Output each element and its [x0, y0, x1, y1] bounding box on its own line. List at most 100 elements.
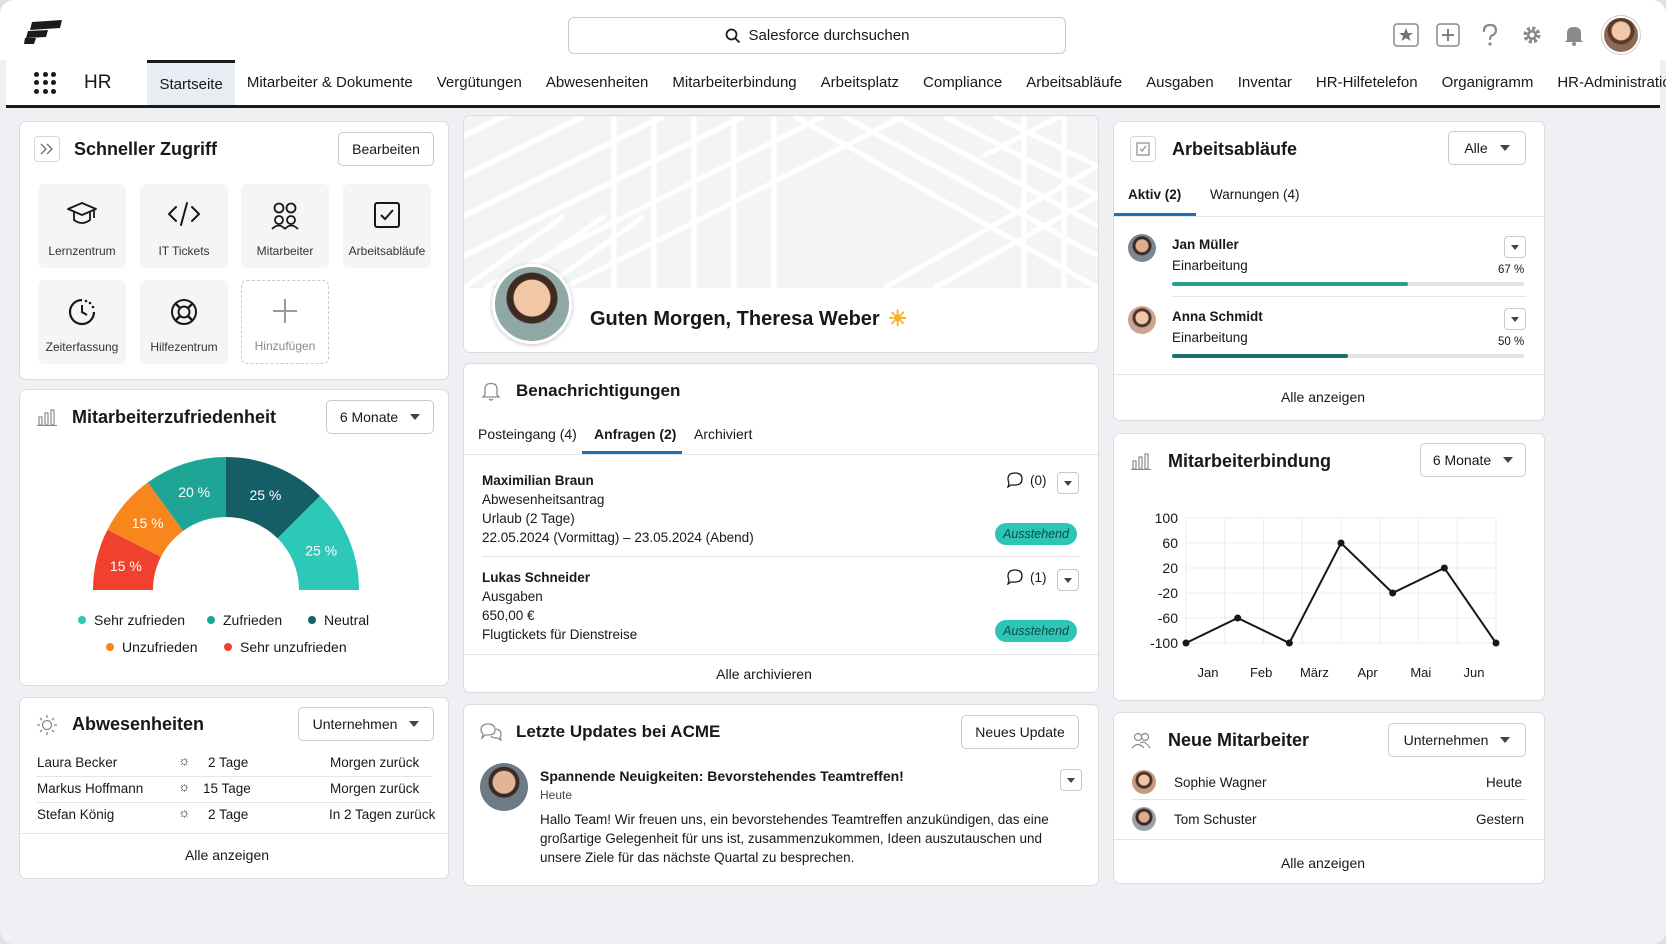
nav-tab-verguetungen[interactable]: Vergütungen [425, 60, 534, 105]
tab-anfragen[interactable]: Anfragen (2) [594, 426, 676, 442]
tab-aktiv[interactable]: Aktiv (2) [1128, 187, 1181, 202]
item-actions-dropdown[interactable] [1057, 472, 1079, 494]
app-navigation: HR Startseite Mitarbeiter & Dokumente Ve… [6, 60, 1666, 108]
retention-range-select[interactable]: 6 Monate [1420, 443, 1526, 477]
filter-label: Alle [1464, 140, 1488, 156]
tab-archiviert[interactable]: Archiviert [694, 426, 752, 442]
absence-status: Morgen zurück [330, 755, 420, 770]
new-update-button[interactable]: Neues Update [961, 715, 1079, 749]
graduation-cap-icon [67, 202, 97, 224]
nav-tab-hr-hilfetelefon[interactable]: HR-Hilfetelefon [1304, 60, 1430, 105]
nav-tab-organigramm[interactable]: Organigramm [1430, 60, 1546, 105]
settings-gear-icon[interactable] [1518, 21, 1546, 49]
status-badge: Ausstehend [995, 523, 1077, 545]
nav-tab-startseite[interactable]: Startseite [147, 60, 235, 105]
new-employees-card: Neue Mitarbeiter Unternehmen Sophie Wagn… [1114, 713, 1544, 883]
x-tick-label: März [1300, 665, 1329, 680]
workflows-filter-select[interactable]: Alle [1448, 131, 1526, 165]
legend-swatch [207, 616, 215, 624]
request-type: Ausgaben [482, 589, 543, 604]
divider [37, 776, 431, 777]
lifebuoy-icon [171, 299, 197, 325]
tile-label: Arbeitsabläufe [348, 244, 426, 258]
nav-tab-arbeitsplatz[interactable]: Arbeitsplatz [809, 60, 911, 105]
legend-swatch [106, 643, 114, 651]
tile-it-tickets[interactable]: IT Tickets [140, 184, 228, 268]
app-launcher-icon[interactable] [34, 71, 56, 94]
sun-icon: ☼ [178, 779, 191, 794]
workflows-show-all-link[interactable]: Alle anzeigen [1114, 389, 1532, 405]
tile-hilfezentrum[interactable]: Hilfezentrum [140, 280, 228, 364]
tile-hinzufuegen[interactable]: Hinzufügen [241, 280, 329, 364]
nav-tab-hr-administration[interactable]: HR-Administration [1545, 60, 1666, 105]
start-date: Heute [1486, 775, 1523, 790]
workflow-progress-bar [1172, 282, 1524, 286]
legend-item: Unzufrieden [106, 639, 198, 655]
absence-name: Laura Becker [37, 755, 118, 770]
tile-arbeitsablaeufe[interactable]: Arbeitsabläufe [343, 184, 431, 268]
workflow-actions-dropdown[interactable] [1504, 308, 1526, 330]
chevron-down-icon [1503, 457, 1514, 463]
company-logo [24, 20, 62, 44]
y-tick-label: 100 [1155, 510, 1179, 526]
add-icon[interactable] [1434, 21, 1462, 49]
sun-icon [34, 712, 60, 738]
nav-tab-mitarbeiterbindung[interactable]: Mitarbeiterbindung [660, 60, 808, 105]
tile-mitarbeiter[interactable]: Mitarbeiter [241, 184, 329, 268]
code-icon [168, 202, 200, 226]
checkbox-icon [1130, 136, 1156, 162]
retention-line-chart: 100 60 20 -20 -60 -100 Jan Feb März Apr Mai Jun [1150, 510, 1500, 680]
absences-card: Abwesenheiten Unternehmen Laura Becker ☼… [20, 698, 448, 878]
nav-tab-arbeitsablaeufe[interactable]: Arbeitsabläufe [1014, 60, 1134, 105]
user-avatar[interactable] [1602, 16, 1640, 54]
nav-tab-ausgaben[interactable]: Ausgaben [1134, 60, 1226, 105]
archive-all-link[interactable]: Alle archivieren [464, 666, 1064, 682]
divider [464, 654, 1098, 655]
y-tick-label: -100 [1150, 635, 1178, 651]
comment-count[interactable]: (1) [1006, 569, 1047, 585]
employee-avatar [1128, 234, 1156, 262]
nav-tab-compliance[interactable]: Compliance [911, 60, 1014, 105]
notifications-bell-icon[interactable] [1560, 21, 1588, 49]
new-employees-show-all-link[interactable]: Alle anzeigen [1114, 855, 1532, 871]
post-body-line: großartige Gelegenheit für uns ist, zusa… [540, 831, 1043, 846]
comment-count[interactable]: (0) [1006, 472, 1047, 488]
post-body-line: Hallo Team! Wir freuen uns, ein bevorste… [540, 812, 1049, 827]
request-detail: Urlaub (2 Tage) [482, 511, 575, 526]
chevrons-right-icon [34, 136, 60, 162]
absences-filter-select[interactable]: Unternehmen [298, 707, 434, 741]
item-actions-dropdown[interactable] [1057, 569, 1079, 591]
workflow-actions-dropdown[interactable] [1504, 236, 1526, 258]
tab-warnungen[interactable]: Warnungen (4) [1210, 187, 1300, 202]
absences-show-all-link[interactable]: Alle anzeigen [20, 847, 434, 863]
satisfaction-range-select[interactable]: 6 Monate [326, 400, 434, 434]
help-icon[interactable] [1476, 21, 1504, 49]
range-label: 6 Monate [339, 409, 399, 425]
comment-count-label: (0) [1030, 472, 1047, 488]
divider [1114, 374, 1544, 375]
user-profile-photo [492, 264, 572, 344]
nav-tab-mitarbeiter-dokumente[interactable]: Mitarbeiter & Dokumente [235, 60, 425, 105]
post-date: Heute [540, 788, 573, 802]
nav-tab-abwesenheiten[interactable]: Abwesenheiten [534, 60, 661, 105]
author-avatar [480, 763, 528, 811]
chevron-down-icon [1067, 777, 1075, 783]
tile-lernzentrum[interactable]: Lernzentrum [38, 184, 126, 268]
post-actions-dropdown[interactable] [1060, 769, 1082, 791]
requester-name: Lukas Schneider [482, 570, 591, 585]
legend-label: Sehr unzufrieden [240, 639, 347, 655]
favorites-icon[interactable] [1392, 21, 1420, 49]
edit-quick-access-button[interactable]: Bearbeiten [338, 132, 434, 166]
nav-tab-inventar[interactable]: Inventar [1226, 60, 1304, 105]
legend-label: Unzufrieden [122, 639, 198, 655]
workflow-person: Anna Schmidt [1172, 309, 1263, 324]
checkbox-icon [374, 202, 400, 228]
data-point [1337, 539, 1345, 547]
legend-item: Zufrieden [207, 612, 282, 628]
workflow-person: Jan Müller [1172, 237, 1239, 252]
global-search-box[interactable]: Salesforce durchsuchen [568, 17, 1066, 54]
tile-zeiterfassung[interactable]: Zeiterfassung [38, 280, 126, 364]
sun-icon: ☼ [178, 753, 191, 768]
new-employees-filter-select[interactable]: Unternehmen [1388, 723, 1526, 757]
tab-posteingang[interactable]: Posteingang (4) [478, 426, 577, 442]
